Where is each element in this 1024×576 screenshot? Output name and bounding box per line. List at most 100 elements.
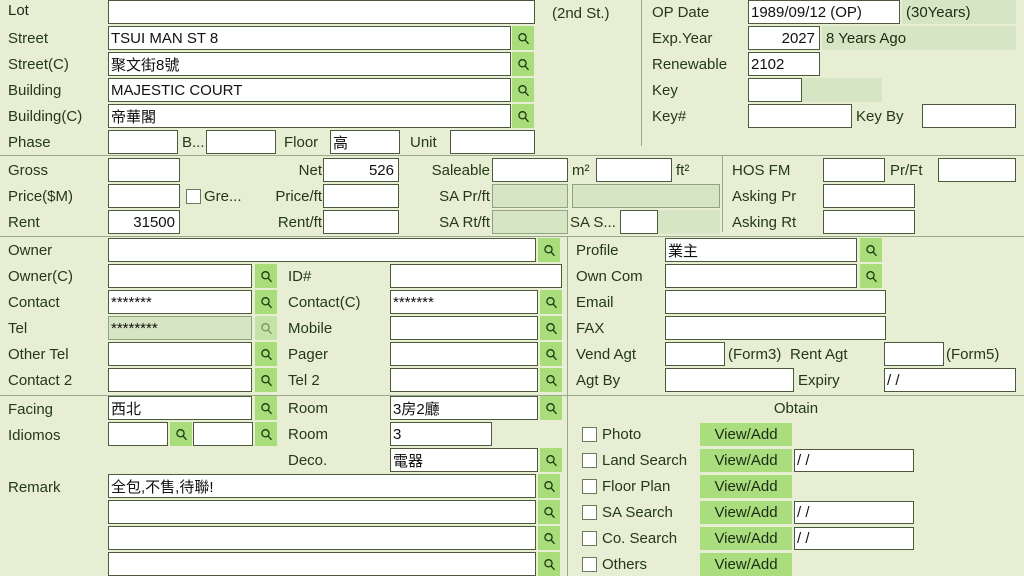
saleable-ft2-input[interactable] [596,158,672,182]
own-com-input[interactable] [665,264,857,288]
obtain-date-input[interactable]: / / [794,449,914,472]
idiomos-search-button-a[interactable] [170,422,192,446]
obtain-checkbox[interactable] [582,479,597,494]
room-count-input[interactable]: 3 [390,422,492,446]
lot-input[interactable] [108,0,535,24]
phase-input[interactable] [108,130,178,154]
checkbox-box[interactable] [582,531,597,546]
expiry-input[interactable]: / / [884,368,1016,392]
checkbox-box[interactable] [582,557,597,572]
contact-chinese-input[interactable]: ******* [390,290,538,314]
remark-line-1[interactable]: 全包,不售,待聯! [108,474,536,498]
checkbox-box[interactable] [582,505,597,520]
floor-input[interactable]: 高 [330,130,400,154]
remark-1-search-button[interactable] [538,474,560,498]
street-chinese-search-button[interactable] [512,52,534,76]
block-input[interactable] [206,130,276,154]
key-input[interactable] [748,78,802,102]
key-number-input[interactable] [748,104,852,128]
key-by-input[interactable] [922,104,1016,128]
remark-line-2[interactable] [108,500,536,524]
hos-fm-input[interactable] [823,158,885,182]
pr-ft-input[interactable] [938,158,1016,182]
net-input[interactable]: 526 [323,158,399,182]
deco-input[interactable]: 電器 [390,448,538,472]
gross-input[interactable] [108,158,180,182]
building-chinese-input[interactable]: 帝華閣 [108,104,511,128]
room-input[interactable]: 3房2廳 [390,396,538,420]
op-date-input[interactable]: 1989/09/12 (OP) [748,0,900,24]
view-add-button[interactable]: View/Add [700,501,792,524]
checkbox-box[interactable] [582,453,597,468]
street-chinese-input[interactable]: 聚文街8號 [108,52,511,76]
idiomos-input-b[interactable] [193,422,253,446]
contact-input[interactable]: ******* [108,290,252,314]
owner-search-button[interactable] [538,238,560,262]
obtain-date-input[interactable]: / / [794,501,914,524]
owner-chinese-search-button[interactable] [255,264,277,288]
building-chinese-search-button[interactable] [512,104,534,128]
profile-search-button[interactable] [860,238,882,262]
checkbox-box[interactable] [582,427,597,442]
other-tel-input[interactable] [108,342,252,366]
building-input[interactable]: MAJESTIC COURT [108,78,511,102]
remark-3-search-button[interactable] [538,526,560,550]
obtain-checkbox[interactable] [582,427,597,442]
street-search-button[interactable] [512,26,534,50]
obtain-checkbox[interactable] [582,531,597,546]
remark-4-search-button[interactable] [538,552,560,576]
id-number-input[interactable] [390,264,562,288]
sa-s-input[interactable] [620,210,658,234]
pager-input[interactable] [390,342,538,366]
agt-by-input[interactable] [665,368,794,392]
unit-input[interactable] [450,130,535,154]
asking-rt-input[interactable] [823,210,915,234]
view-add-button[interactable]: View/Add [700,449,792,472]
building-search-button[interactable] [512,78,534,102]
owner-input[interactable] [108,238,536,262]
checkbox-box[interactable] [582,479,597,494]
remark-line-3[interactable] [108,526,536,550]
idiomos-search-button-b[interactable] [255,422,277,446]
contact-search-button[interactable] [255,290,277,314]
view-add-button[interactable]: View/Add [700,423,792,446]
tel-2-input[interactable] [390,368,538,392]
view-add-button[interactable]: View/Add [700,527,792,550]
profile-input[interactable]: 業主 [665,238,857,262]
mobile-search-button[interactable] [540,316,562,340]
rent-ft-input[interactable] [323,210,399,234]
saleable-m2-input[interactable] [492,158,568,182]
deco-search-button[interactable] [540,448,562,472]
room-search-button[interactable] [540,396,562,420]
view-add-button[interactable]: View/Add [700,475,792,498]
street-input[interactable]: TSUI MAN ST 8 [108,26,511,50]
vend-agt-input[interactable] [665,342,725,366]
tel-2-search-button[interactable] [540,368,562,392]
asking-pr-input[interactable] [823,184,915,208]
contact-chinese-search-button[interactable] [540,290,562,314]
price-m-input[interactable] [108,184,180,208]
price-ft-input[interactable] [323,184,399,208]
rent-input[interactable]: 31500 [108,210,180,234]
own-com-search-button[interactable] [860,264,882,288]
facing-input[interactable]: 西北 [108,396,252,420]
view-add-button[interactable]: View/Add [700,553,792,576]
email-input[interactable] [665,290,886,314]
rent-agt-input[interactable] [884,342,944,366]
mobile-input[interactable] [390,316,538,340]
owner-chinese-input[interactable] [108,264,252,288]
pager-search-button[interactable] [540,342,562,366]
green-checkbox[interactable] [186,189,201,204]
facing-search-button[interactable] [255,396,277,420]
obtain-checkbox[interactable] [582,505,597,520]
fax-input[interactable] [665,316,886,340]
other-tel-search-button[interactable] [255,342,277,366]
exp-year-input[interactable]: 2027 [748,26,820,50]
remark-2-search-button[interactable] [538,500,560,524]
renewable-input[interactable]: 2102 [748,52,820,76]
idiomos-input-a[interactable] [108,422,168,446]
contact-2-search-button[interactable] [255,368,277,392]
remark-line-4[interactable] [108,552,536,576]
obtain-checkbox[interactable] [582,557,597,572]
obtain-date-input[interactable]: / / [794,527,914,550]
